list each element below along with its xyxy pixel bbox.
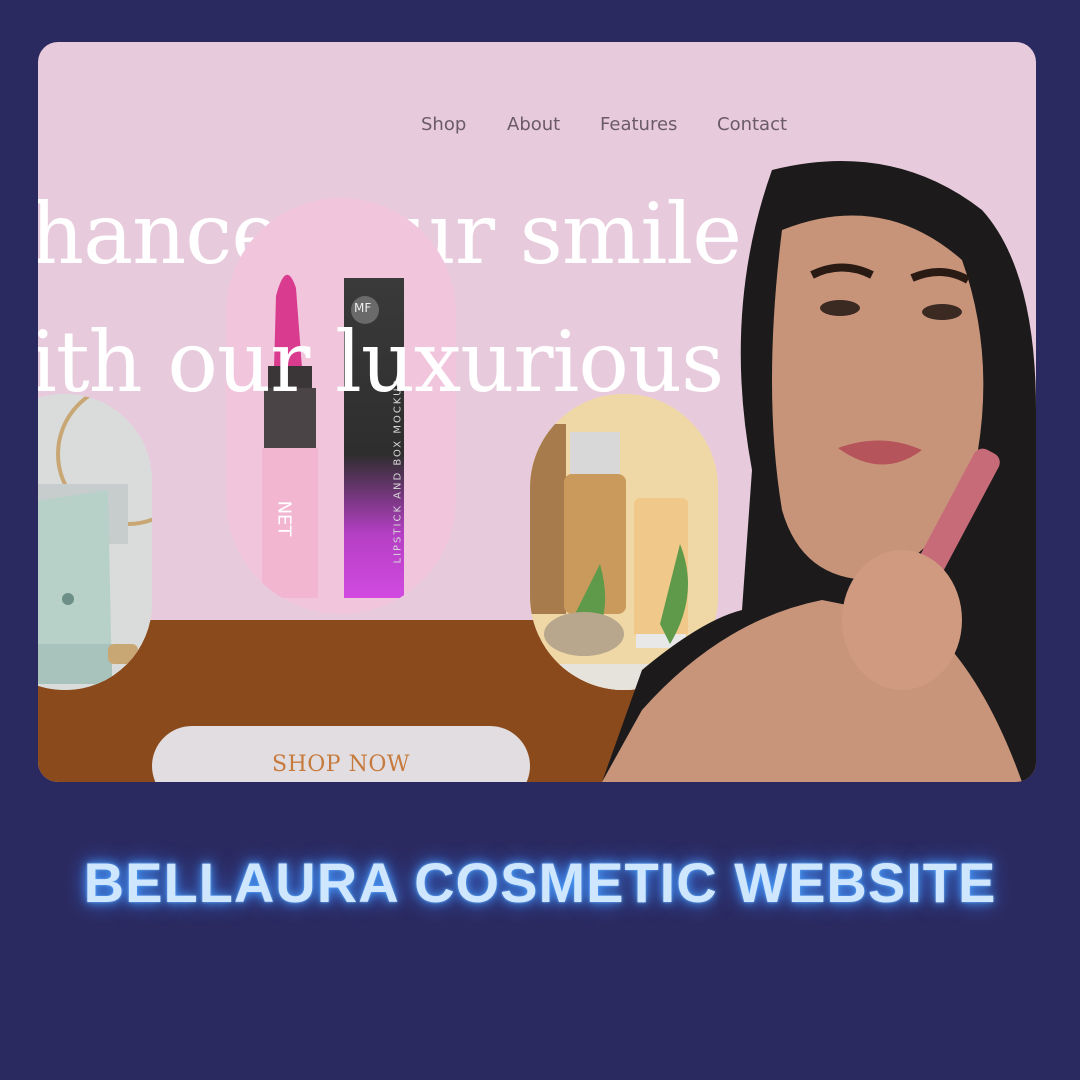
shop-now-label: SHOP NOW bbox=[272, 752, 410, 777]
nav-about[interactable]: About bbox=[507, 114, 560, 135]
website-mockup-card: Shop About Features Contact hance your s… bbox=[38, 42, 1036, 782]
nav-shop[interactable]: Shop bbox=[421, 114, 466, 135]
model-portrait-image bbox=[602, 161, 1036, 782]
skincare-tube-image bbox=[38, 394, 152, 690]
shop-now-button[interactable]: SHOP NOW bbox=[152, 726, 530, 782]
lipstick-tube-label: NET bbox=[273, 500, 295, 537]
nav-contact[interactable]: Contact bbox=[717, 114, 787, 135]
top-nav: Shop About Features Contact bbox=[38, 114, 1036, 138]
product-pill-skincare bbox=[38, 394, 152, 690]
project-caption: BELLAURA COSMETIC WEBSITE bbox=[83, 851, 997, 914]
nav-features[interactable]: Features bbox=[600, 114, 677, 135]
